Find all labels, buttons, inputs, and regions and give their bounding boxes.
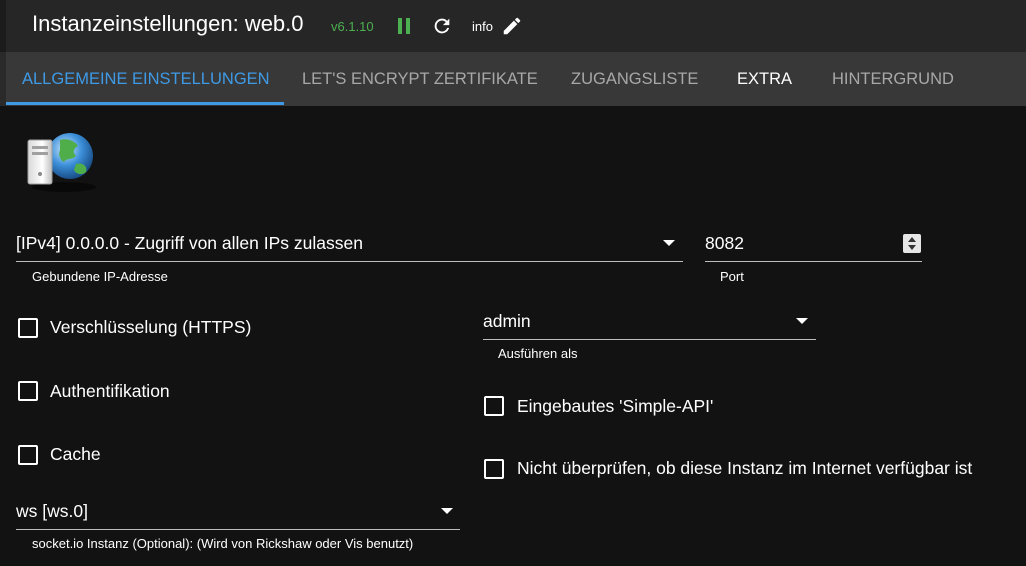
cache-checkbox[interactable] xyxy=(18,445,38,465)
socketio-value: ws [ws.0] xyxy=(16,501,88,521)
tab-bar: ALLGEMEINE EINSTELLUNGEN LET'S ENCRYPT Z… xyxy=(0,52,1026,106)
auth-checkbox[interactable] xyxy=(18,381,38,401)
spin-down-icon[interactable] xyxy=(908,245,916,250)
title-bar: Instanzeinstellungen: web.0 v6.1.10 info xyxy=(0,0,1026,52)
tab-background[interactable]: HINTERGRUND xyxy=(832,52,954,106)
web-server-logo-icon xyxy=(27,133,96,192)
page-title: Instanzeinstellungen: web.0 xyxy=(32,11,304,36)
run-as-value: admin xyxy=(483,311,531,331)
spin-up-icon[interactable] xyxy=(908,237,916,242)
cache-label[interactable]: Cache xyxy=(50,444,101,465)
https-label[interactable]: Verschlüsselung (HTTPS) xyxy=(50,317,251,338)
simple-api-checkbox[interactable] xyxy=(484,396,504,416)
port-value: 8082 xyxy=(705,233,744,253)
tab-lets-encrypt[interactable]: LET'S ENCRYPT ZERTIFIKATE xyxy=(302,52,538,106)
tab-access-list[interactable]: ZUGANGSLISTE xyxy=(571,52,698,106)
tab-bar-edge xyxy=(0,52,6,106)
tab-extra[interactable]: EXTRA xyxy=(737,52,792,106)
port-helper: Port xyxy=(720,269,744,284)
port-stepper[interactable] xyxy=(903,234,921,253)
chevron-down-icon xyxy=(663,240,675,246)
bind-ip-value: [IPv4] 0.0.0.0 - Zugriff von allen IPs z… xyxy=(16,233,363,253)
no-check-label[interactable]: Nicht überprüfen, ob diese Instanz im In… xyxy=(517,458,972,479)
port-input[interactable]: 8082 xyxy=(705,229,922,262)
auth-label[interactable]: Authentifikation xyxy=(50,381,170,402)
chevron-down-icon xyxy=(441,508,453,514)
bind-ip-select[interactable]: [IPv4] 0.0.0.0 - Zugriff von allen IPs z… xyxy=(16,229,683,262)
https-checkbox[interactable] xyxy=(18,318,38,338)
title-bar-edge xyxy=(0,0,6,52)
pause-icon[interactable] xyxy=(396,17,412,35)
version-badge: v6.1.10 xyxy=(331,19,374,34)
socketio-helper: socket.io Instanz (Optional): (Wird von … xyxy=(32,536,414,551)
no-check-checkbox[interactable] xyxy=(484,459,504,479)
simple-api-label[interactable]: Eingebautes 'Simple-API' xyxy=(517,396,713,417)
run-as-select[interactable]: admin xyxy=(483,307,816,340)
reload-icon[interactable] xyxy=(431,15,453,37)
edit-icon[interactable] xyxy=(501,15,523,37)
chevron-down-icon xyxy=(796,318,808,324)
tab-general-settings[interactable]: ALLGEMEINE EINSTELLUNGEN xyxy=(22,52,270,106)
info-link[interactable]: info xyxy=(472,19,493,34)
bind-ip-helper: Gebundene IP-Adresse xyxy=(32,269,168,284)
active-tab-indicator xyxy=(6,102,284,105)
run-as-helper: Ausführen als xyxy=(498,346,578,361)
socketio-select[interactable]: ws [ws.0] xyxy=(16,497,460,530)
